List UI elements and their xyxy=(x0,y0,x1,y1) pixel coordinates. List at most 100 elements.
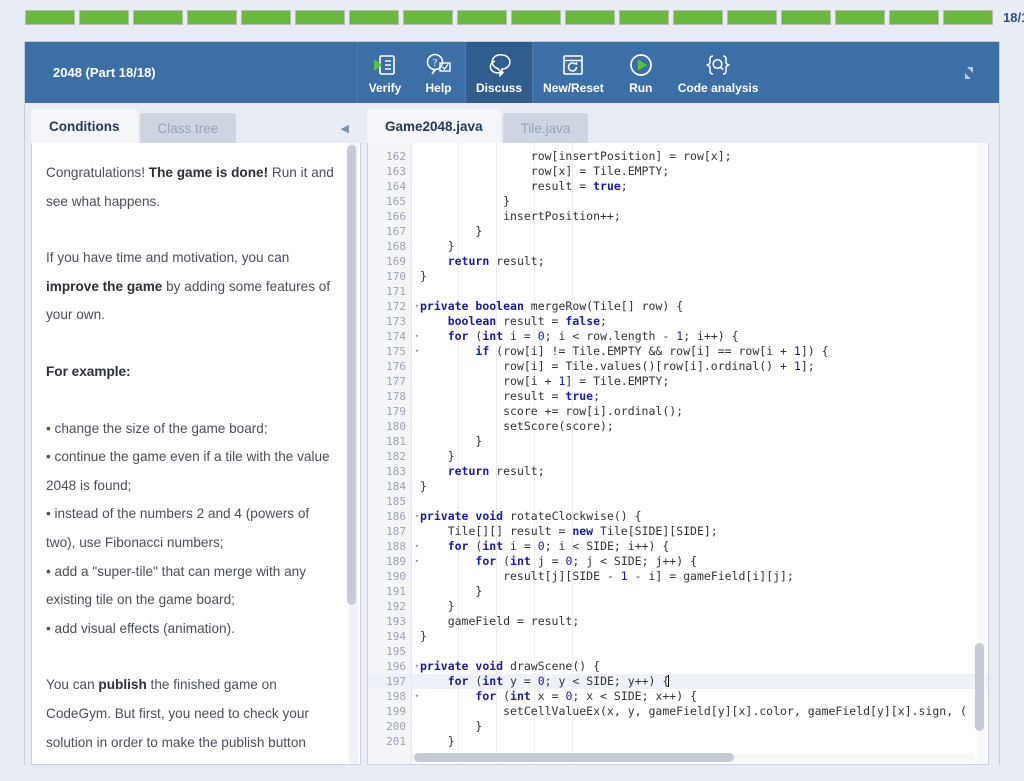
editor-tab-label: Tile.java xyxy=(521,121,571,136)
conditions-panel: Conditions Class tree ◀ Congratulations! T… xyxy=(25,103,361,765)
progress-segment xyxy=(187,10,237,25)
progress-segment xyxy=(727,10,777,25)
gutter-line-number: 183 xyxy=(368,464,411,479)
code-line: row[i] = Tile.values()[row[i].ordinal() … xyxy=(412,359,988,374)
code-line: for (int y = 0; y < SIDE; y++) { xyxy=(412,674,988,689)
conditions-scrollbar-thumb[interactable] xyxy=(347,145,356,605)
emphasis-text: For example: xyxy=(46,364,131,379)
code-line: } xyxy=(412,479,988,494)
code-line: } xyxy=(412,194,988,209)
toolbar-button-run[interactable]: Run xyxy=(614,42,668,103)
gutter-line-number: 168 xyxy=(368,239,411,254)
gutter-line-number: 198▾ xyxy=(368,689,411,704)
editor-tabrow: Game2048.java Tile.java xyxy=(367,109,989,143)
collapse-panel-button[interactable]: ◀ xyxy=(341,124,349,135)
gutter-line-number: 180 xyxy=(368,419,411,434)
progress-segment xyxy=(511,10,561,25)
progress-segment xyxy=(673,10,723,25)
window-titlebar: 2048 (Part 18/18) Verify ? Help Discuss … xyxy=(25,42,999,103)
editor-vscrollbar-track[interactable] xyxy=(977,143,986,764)
gutter-line-number: 199 xyxy=(368,704,411,719)
code-line: } xyxy=(412,224,988,239)
window-title-area: 2048 (Part 18/18) xyxy=(25,42,358,103)
tab-label: Conditions xyxy=(49,119,120,134)
code-line: score += row[i].ordinal(); xyxy=(412,404,988,419)
toolbar-button-label: Run xyxy=(629,81,652,95)
toolbar-button-label: Verify xyxy=(369,81,402,95)
code-line: if (row[i] != Tile.EMPTY && row[i] == ro… xyxy=(412,344,988,359)
toolbar-button-label: Code analysis xyxy=(678,81,759,95)
titlebar-spacer xyxy=(768,42,939,103)
code-editor[interactable]: 162163164165166167168169170171172▾173174… xyxy=(367,143,989,765)
progress-segment xyxy=(835,10,885,25)
gutter-line-number: 175▾ xyxy=(368,344,411,359)
svg-text:?: ? xyxy=(432,57,437,69)
code-line: setScore(score); xyxy=(412,419,988,434)
progress-segment xyxy=(781,10,831,25)
checklist-play-icon xyxy=(373,52,397,78)
progress-segment xyxy=(457,10,507,25)
body-text: Congratulations! xyxy=(46,165,149,180)
gutter-line-number: 197▾ xyxy=(368,674,411,689)
conditions-tabrow: Conditions Class tree ◀ xyxy=(31,109,361,143)
code-line: private boolean mergeRow(Tile[] row) { xyxy=(412,299,988,314)
editor-tab-tile-java[interactable]: Tile.java xyxy=(503,113,589,143)
gutter-line-number: 173 xyxy=(368,314,411,329)
toolbar-button-code-analysis[interactable]: Code analysis xyxy=(668,42,769,103)
progress-segment xyxy=(295,10,345,25)
code-line: result[j][SIDE - 1 - i] = gameField[i][j… xyxy=(412,569,988,584)
gutter-line-number: 193 xyxy=(368,614,411,629)
question-bubble-icon: ? xyxy=(426,52,452,78)
progress-segment xyxy=(349,10,399,25)
conditions-bullet-item: • add visual effects (animation). xyxy=(46,615,334,644)
code-line: } xyxy=(412,239,988,254)
progress-strip: 18/18 xyxy=(0,0,1024,34)
code-line: } xyxy=(412,599,988,614)
editor-tab-label: Game2048.java xyxy=(385,119,483,134)
code-line: } xyxy=(412,719,988,734)
progress-segment xyxy=(619,10,669,25)
gutter-line-number: 172▾ xyxy=(368,299,411,314)
gutter-line-number: 174▾ xyxy=(368,329,411,344)
progress-segment xyxy=(241,10,291,25)
body-text: If you have time and motivation, you can xyxy=(46,250,289,265)
editor-code-area[interactable]: row[insertPosition] = row[x]; row[x] = T… xyxy=(412,143,988,764)
code-line: for (int i = 0; i < row.length - 1; i++)… xyxy=(412,329,988,344)
toolbar-button-help[interactable]: ? Help xyxy=(412,42,466,103)
tab-conditions[interactable]: Conditions xyxy=(31,109,138,143)
conditions-bullet-item: • change the size of the game board; xyxy=(46,415,334,444)
conditions-scrollbar-track[interactable] xyxy=(349,143,358,764)
gutter-line-number: 167 xyxy=(368,224,411,239)
editor-hscrollbar-thumb[interactable] xyxy=(414,753,734,762)
window-content: Conditions Class tree ◀ Congratulations! T… xyxy=(25,103,999,765)
code-line: setCellValueEx(x, y, gameField[y][x].col… xyxy=(412,704,988,719)
progress-segment xyxy=(889,10,939,25)
gutter-line-number: 187 xyxy=(368,524,411,539)
conditions-body: Congratulations! The game is done! Run i… xyxy=(31,143,361,765)
gutter-line-number: 186▾ xyxy=(368,509,411,524)
gutter-line-number: 201 xyxy=(368,734,411,749)
expand-window-button[interactable] xyxy=(939,42,999,103)
gutter-line-number: 169 xyxy=(368,254,411,269)
toolbar-button-discuss[interactable]: Discuss xyxy=(466,42,533,103)
window-title: 2048 (Part 18/18) xyxy=(53,65,156,80)
code-line: } xyxy=(412,629,988,644)
code-line xyxy=(412,284,988,299)
gutter-line-number: 162 xyxy=(368,149,411,164)
progress-segment xyxy=(565,10,615,25)
toolbar-button-new-reset[interactable]: New/Reset xyxy=(533,42,614,103)
code-line: return result; xyxy=(412,254,988,269)
code-line: for (int x = 0; x < SIDE; x++) { xyxy=(412,689,988,704)
editor-gutter: 162163164165166167168169170171172▾173174… xyxy=(368,143,412,764)
gutter-line-number: 190 xyxy=(368,569,411,584)
editor-tab-game2048-java[interactable]: Game2048.java xyxy=(367,109,501,143)
toolbar-button-label: New/Reset xyxy=(543,81,604,95)
gutter-line-number: 194 xyxy=(368,629,411,644)
tab-class-tree[interactable]: Class tree xyxy=(140,113,237,143)
conditions-bullet-item: • continue the game even if a tile with … xyxy=(46,443,334,500)
gutter-line-number: 177 xyxy=(368,374,411,389)
gutter-line-number: 196▾ xyxy=(368,659,411,674)
editor-vscrollbar-thumb[interactable] xyxy=(975,643,984,731)
body-text: You can xyxy=(46,677,98,692)
toolbar-button-verify[interactable]: Verify xyxy=(358,42,412,103)
